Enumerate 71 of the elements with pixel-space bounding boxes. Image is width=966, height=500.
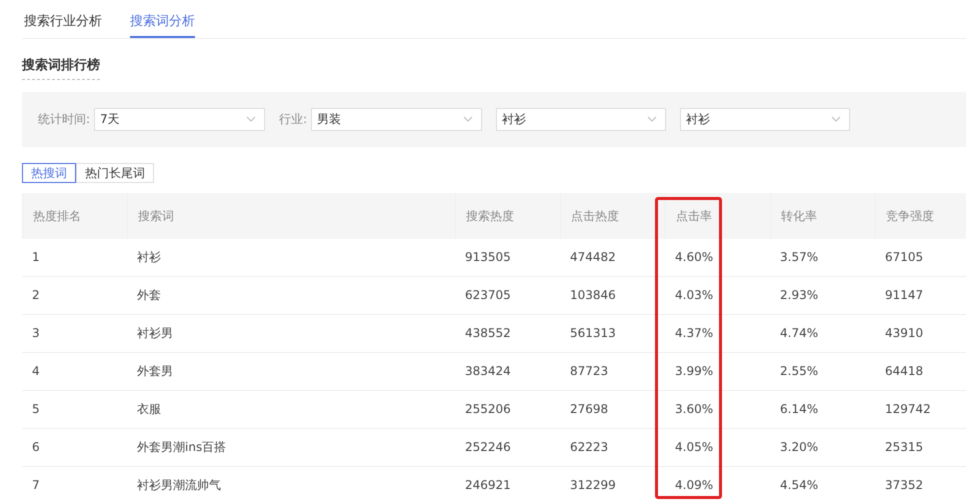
tab[interactable]: 搜索词分析 xyxy=(130,0,195,38)
table-cell: 衣服 xyxy=(127,390,455,428)
table-cell: 561313 xyxy=(560,314,665,352)
table-cell: 5 xyxy=(22,390,127,428)
table-cell: 383424 xyxy=(455,352,560,390)
table-cell: 246921 xyxy=(455,466,560,500)
segment-tab[interactable]: 热门长尾词 xyxy=(76,162,154,182)
segment-tab[interactable]: 热搜词 xyxy=(22,162,76,182)
select-field[interactable]: 男装 xyxy=(311,108,482,130)
table-cell: 4 xyxy=(22,352,127,390)
table-cell: 3.20% xyxy=(770,428,875,466)
chevron-down-icon xyxy=(463,116,474,122)
table-cell: 474482 xyxy=(560,238,665,276)
select-field[interactable]: 衬衫 xyxy=(496,108,666,130)
tab[interactable]: 搜索行业分析 xyxy=(24,0,102,38)
table-cell: 4.37% xyxy=(665,314,770,352)
chevron-down-icon xyxy=(831,116,842,122)
filter-label: 行业: xyxy=(279,111,308,128)
column-header: 点击热度 xyxy=(560,192,665,238)
table-cell: 4.74% xyxy=(770,314,875,352)
table-cell: 2.93% xyxy=(770,276,875,314)
select-field[interactable]: 7天 xyxy=(94,108,266,130)
table-cell: 103846 xyxy=(560,276,665,314)
filter-label: 统计时间: xyxy=(38,111,90,128)
table-cell: 312299 xyxy=(560,466,665,500)
table-cell: 37352 xyxy=(875,466,966,500)
table-cell: 6.14% xyxy=(770,390,875,428)
table-cell: 25315 xyxy=(875,428,966,466)
table-cell: 27698 xyxy=(560,390,665,428)
table-cell: 1 xyxy=(22,238,127,276)
table-cell: 129742 xyxy=(875,390,966,428)
table-cell: 4.54% xyxy=(770,466,875,500)
column-header: 点击率 xyxy=(665,192,770,238)
chevron-down-icon xyxy=(246,116,256,122)
table-cell: 4.05% xyxy=(665,428,770,466)
table-cell: 67105 xyxy=(875,238,966,276)
table-cell: 外套男 xyxy=(127,352,455,390)
table-cell: 623705 xyxy=(455,276,560,314)
column-header: 热度排名 xyxy=(22,192,127,238)
table-cell: 4.09% xyxy=(665,466,770,500)
table-cell: 62223 xyxy=(560,428,665,466)
table-cell: 255206 xyxy=(455,390,560,428)
table-cell: 87723 xyxy=(560,352,665,390)
section-title: 搜索词排行榜 xyxy=(22,56,100,80)
table-cell: 7 xyxy=(22,466,127,500)
table-cell: 4.03% xyxy=(665,276,770,314)
table-cell: 43910 xyxy=(875,314,966,352)
table-cell: 外套男潮ins百搭 xyxy=(127,428,455,466)
column-header: 搜索词 xyxy=(127,192,455,238)
table-cell: 91147 xyxy=(875,276,966,314)
column-header: 搜索热度 xyxy=(455,192,560,238)
chevron-down-icon xyxy=(647,116,658,122)
table-cell: 外套 xyxy=(127,276,455,314)
table-cell: 438552 xyxy=(455,314,560,352)
select-field[interactable]: 衬衫 xyxy=(680,108,850,130)
table-cell: 2 xyxy=(22,276,127,314)
table-cell: 3.99% xyxy=(665,352,770,390)
table-cell: 252246 xyxy=(455,428,560,466)
table-cell: 64418 xyxy=(875,352,966,390)
column-header: 竞争强度 xyxy=(875,192,966,238)
table-cell: 2.55% xyxy=(770,352,875,390)
table-cell: 衬衫男潮流帅气 xyxy=(127,466,455,500)
table-cell: 4.60% xyxy=(665,238,770,276)
table-cell: 3.60% xyxy=(665,390,770,428)
table-cell: 衬衫 xyxy=(127,238,455,276)
table-cell: 913505 xyxy=(455,238,560,276)
table-cell: 6 xyxy=(22,428,127,466)
column-header: 转化率 xyxy=(770,192,875,238)
table-cell: 3.57% xyxy=(770,238,875,276)
table-cell: 衬衫男 xyxy=(127,314,455,352)
table-cell: 3 xyxy=(22,314,127,352)
